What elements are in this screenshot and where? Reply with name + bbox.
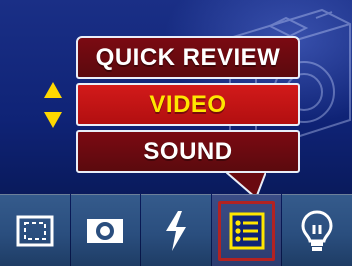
menu-item-sound[interactable]: SOUND [76, 130, 300, 173]
menu-item-video[interactable]: VIDEO [76, 83, 300, 126]
bottom-toolbar [0, 194, 352, 266]
flash-icon [165, 211, 186, 251]
framing-icon [16, 215, 54, 247]
toolbar-button-camera-mode[interactable] [70, 194, 141, 266]
camera-mode-icon [87, 219, 124, 243]
menu-item-label: QUICK REVIEW [95, 43, 281, 71]
menu-list: QUICK REVIEW VIDEO SOUND [76, 36, 300, 177]
menu-item-label: VIDEO [149, 90, 227, 118]
lightbulb-icon [301, 210, 333, 251]
menu-item-quick-review[interactable]: QUICK REVIEW [76, 36, 300, 79]
toolbar-button-menu[interactable] [211, 194, 282, 266]
camera-menu-screen: QUICK REVIEW VIDEO SOUND [0, 0, 352, 266]
menu-item-label: SOUND [143, 137, 233, 165]
up-down-arrows-icon[interactable] [44, 82, 62, 128]
toolbar-button-flash[interactable] [141, 194, 211, 266]
toolbar-button-framing[interactable] [0, 194, 70, 266]
toolbar-button-lightbulb[interactable] [282, 194, 352, 266]
menu-list-icon [229, 212, 265, 250]
